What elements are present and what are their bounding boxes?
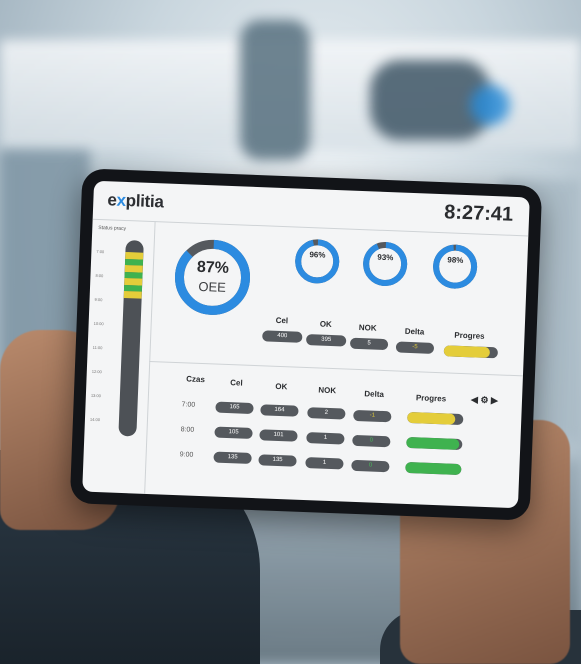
summary-header-delta: Delta (404, 326, 425, 337)
oee-label: OEE (198, 278, 227, 295)
row-nok: 1 (306, 432, 345, 445)
logo-text-rest: plitia (125, 190, 164, 212)
table-header-delta: Delta (364, 389, 385, 400)
table-pagination: ◀ ⚙ ▶ (471, 394, 498, 406)
gauge-tick-label: 14:00 (89, 416, 101, 423)
gauge-segment (123, 290, 142, 299)
dashboard-screen: explitia 8:27:41 Status pracy 7:00 8:00 9:… (82, 180, 530, 509)
summary-progress-bar (443, 345, 499, 359)
gauge-donut-2: 93% (360, 239, 410, 289)
row-progress-bar (406, 436, 463, 451)
row-delta: -1 (353, 409, 392, 423)
gauge-donut-ring (295, 239, 340, 284)
table-header-ok: OK (275, 381, 288, 392)
gauge-tick-label: 9:00 (94, 296, 103, 303)
row-cel: 105 (214, 426, 253, 440)
settings-icon[interactable]: ⚙ (480, 395, 488, 405)
oee-donut: 87% OEE (171, 236, 254, 319)
gauge-percent: 98% (447, 255, 464, 265)
summary-header-nok: NOK (358, 323, 377, 333)
row-progress-fill (406, 436, 460, 450)
summary-cel-value: 400 (262, 330, 303, 343)
row-ok: 135 (258, 454, 297, 467)
row-time: 8:00 (180, 426, 195, 434)
summary-header-ok: OK (319, 319, 332, 329)
row-ok: 101 (259, 429, 298, 442)
row-progress-bar (407, 411, 464, 426)
row-cel: 165 (215, 401, 254, 415)
row-time: 7:00 (181, 401, 196, 409)
summary-header-progres: Progres (454, 330, 485, 341)
row-ok: 164 (260, 404, 299, 417)
row-nok: 1 (305, 457, 344, 470)
background-robot-arm (240, 20, 310, 160)
row-cel: 135 (213, 451, 252, 464)
prev-page-button[interactable]: ◀ (471, 394, 478, 404)
table-header-czas: Czas (186, 374, 206, 385)
next-page-button[interactable]: ▶ (491, 395, 498, 405)
row-delta: 0 (351, 459, 390, 473)
brand-logo[interactable]: explitia (107, 190, 164, 212)
summary-nok-value: 5 (349, 337, 389, 351)
section-divider (149, 360, 523, 377)
row-nok: 2 (307, 407, 346, 420)
row-time: 9:00 (179, 451, 194, 459)
gauge-donut-3: 98% (430, 242, 480, 292)
gauge-percent: 96% (309, 250, 326, 260)
gauge-tick-label: 11:00 (92, 344, 103, 351)
background-blue-light (470, 85, 510, 125)
gauge-tick-label: 8:00 (95, 272, 104, 279)
row-progress-fill (405, 461, 462, 476)
row-progress-fill (407, 411, 456, 425)
gauge-tick-label: 12:00 (91, 368, 102, 375)
gauge-donut-ring (363, 241, 408, 286)
sidebar-title: Status pracy (98, 224, 127, 233)
row-delta: 0 (352, 434, 391, 448)
gauge-tick-label: 10:00 (93, 320, 104, 327)
tablet-device: explitia 8:27:41 Status pracy 7:00 8:00 9:… (69, 168, 543, 521)
row-progress-bar (405, 461, 462, 476)
table-header-progres: Progres (415, 393, 447, 404)
summary-header-cel: Cel (275, 315, 289, 326)
top-bar: explitia 8:27:41 (92, 180, 530, 237)
shift-progress-gauge (118, 240, 144, 437)
gauge-percent: 93% (377, 252, 394, 263)
table-header-cel: Cel (230, 378, 243, 388)
summary-delta-value: -5 (395, 341, 435, 354)
status-sidebar: Status pracy 7:00 8:00 9:00 10:00 11:00 12:00… (82, 218, 156, 494)
clock: 8:27:41 (443, 201, 514, 226)
gauge-tick-label: 13:00 (90, 392, 101, 399)
gauge-donut-ring (433, 244, 478, 289)
table-header-nok: NOK (318, 385, 337, 396)
gauge-donut-1: 96% (292, 236, 342, 286)
gauge-tick-label: 7:00 (96, 248, 105, 255)
summary-ok-value: 395 (305, 334, 347, 347)
summary-progress-fill (443, 345, 490, 359)
oee-percent: 87% (196, 258, 230, 277)
